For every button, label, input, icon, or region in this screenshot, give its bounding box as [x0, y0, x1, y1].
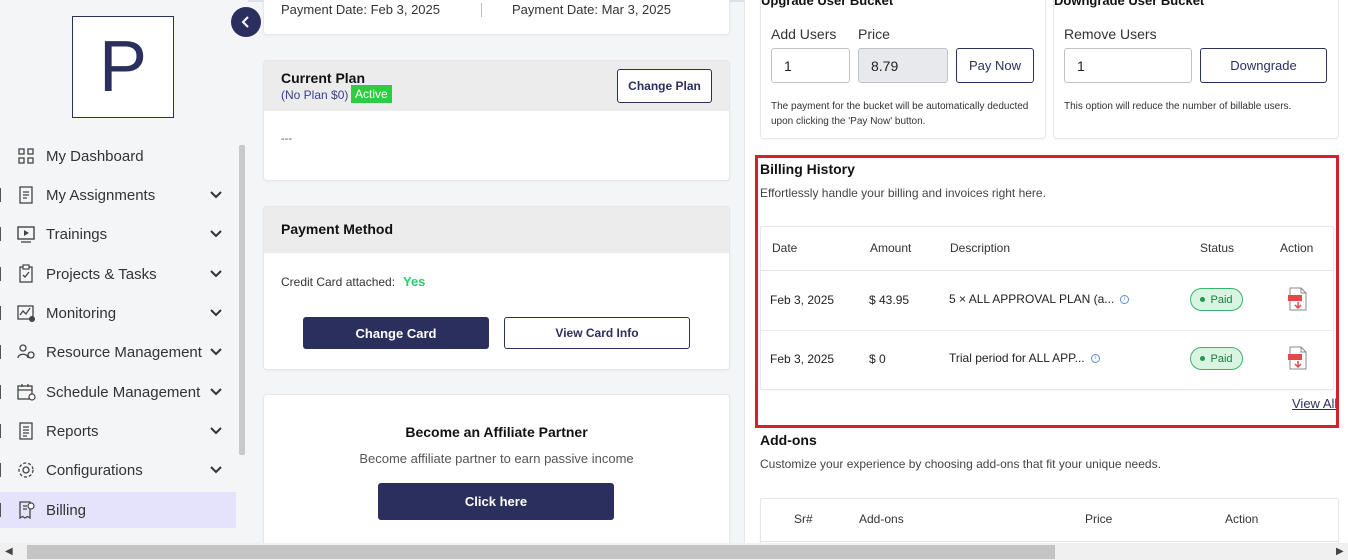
affiliate-title: Become an Affiliate Partner [405, 424, 588, 440]
billing-icon [16, 500, 36, 520]
pay-now-button[interactable]: Pay Now [956, 48, 1034, 83]
sidebar-item-configurations[interactable]: Configurations [0, 452, 236, 488]
sidebar-item-label: Monitoring [46, 304, 117, 322]
price-field: 8.79 [858, 48, 948, 83]
sidebar-item-label: My Dashboard [46, 147, 144, 165]
sidebar-item-label: Configurations [46, 461, 143, 479]
sidebar-item-label: Projects & Tasks [46, 265, 157, 283]
chevron-down-icon[interactable] [209, 306, 223, 320]
schedule-icon [16, 382, 36, 402]
addons-col-sr: Sr# [794, 512, 813, 526]
credit-card-value: Yes [403, 274, 426, 289]
scroll-right-arrow-icon[interactable]: ▶ [1336, 546, 1344, 557]
chevron-down-icon[interactable] [209, 188, 223, 202]
nav-edge [0, 385, 4, 399]
grid-icon [16, 146, 36, 166]
current-plan-subtitle: (No Plan $0) [281, 88, 349, 102]
sidebar-item-label: Schedule Management [46, 383, 201, 401]
nav-edge [0, 227, 4, 241]
gear-icon [16, 460, 36, 480]
view-card-info-button[interactable]: View Card Info [504, 317, 690, 349]
add-users-label: Add Users [771, 26, 837, 42]
payment-method-title: Payment Method [281, 221, 394, 237]
upgrade-note-line1: The payment for the bucket will be autom… [771, 101, 1029, 112]
sidebar-item-my-dashboard[interactable]: My Dashboard [0, 138, 236, 174]
nav-edge [0, 267, 4, 281]
nav-edge [0, 306, 4, 320]
chevron-down-icon[interactable] [209, 345, 223, 359]
chevron-left-icon [241, 16, 249, 28]
nav-edge [0, 503, 4, 517]
payment-date-right: Payment Date: Mar 3, 2025 [512, 2, 671, 17]
sidebar-item-schedule-management[interactable]: Schedule Management [0, 374, 236, 410]
nav-edge [0, 424, 4, 438]
sidebar-item-resource-management[interactable]: Resource Management [0, 334, 236, 370]
monitoring-icon [16, 303, 36, 323]
current-plan-card: Current Plan (No Plan $0) Active Change … [263, 60, 730, 181]
chevron-down-icon[interactable] [209, 424, 223, 438]
company-logo[interactable]: P [72, 16, 174, 118]
remove-users-input[interactable]: 1 [1064, 48, 1192, 83]
upgrade-title: Upgrade User Bucket [761, 0, 894, 8]
sidebar-item-projects-tasks[interactable]: Projects & Tasks [0, 256, 236, 292]
sidebar-scrollbar[interactable] [239, 145, 245, 455]
affiliate-subtitle: Become affiliate partner to earn passive… [359, 451, 634, 466]
sidebar-collapse-button[interactable] [231, 7, 261, 37]
affiliate-card: Become an Affiliate Partner Become affil… [263, 394, 730, 556]
logo-letter: P [98, 27, 148, 107]
upgrade-note: The payment for the bucket will be autom… [771, 99, 1028, 129]
addons-col-name: Add-ons [859, 512, 904, 526]
remove-users-label: Remove Users [1064, 26, 1157, 42]
payment-date-left: Payment Date: Feb 3, 2025 [281, 2, 440, 17]
sidebar-item-label: Billing [46, 501, 87, 519]
resource-icon [16, 342, 36, 362]
chevron-down-icon[interactable] [209, 463, 223, 477]
sidebar-item-trainings[interactable]: Trainings [0, 216, 236, 252]
chevron-down-icon[interactable] [209, 385, 223, 399]
sidebar-item-label: Reports [46, 422, 99, 440]
change-card-button[interactable]: Change Card [303, 317, 489, 349]
payment-method-card: Payment Method Credit Card attached: Yes… [263, 206, 730, 370]
addons-subtitle: Customize your experience by choosing ad… [760, 457, 1161, 471]
clipboard-icon [16, 264, 36, 284]
current-plan-body: --- [281, 133, 292, 145]
video-icon [16, 224, 36, 244]
sidebar-item-reports[interactable]: Reports [0, 413, 236, 449]
add-users-input[interactable]: 1 [771, 48, 850, 83]
scroll-left-arrow-icon[interactable]: ◀ [5, 546, 13, 557]
chevron-down-icon[interactable] [209, 267, 223, 281]
sidebar-item-label: My Assignments [46, 186, 156, 204]
divider [481, 3, 482, 17]
sidebar-item-monitoring[interactable]: Monitoring [0, 295, 236, 331]
nav-edge [0, 463, 4, 477]
addons-header-divider [761, 541, 1338, 542]
sidebar-item-my-assignments[interactable]: My Assignments [0, 177, 236, 213]
report-icon [16, 421, 36, 441]
highlight-box [755, 155, 1339, 428]
downgrade-note: This option will reduce the number of bi… [1064, 101, 1292, 112]
addons-col-price: Price [1085, 512, 1113, 526]
upgrade-note-line2: upon clicking the 'Pay Now' button. [771, 116, 926, 127]
assignment-icon [16, 185, 36, 205]
current-plan-title: Current Plan [281, 70, 366, 86]
active-badge: Active [351, 85, 392, 103]
chevron-down-icon[interactable] [209, 227, 223, 241]
affiliate-click-here-button[interactable]: Click here [378, 483, 614, 520]
addons-col-action: Action [1225, 512, 1259, 526]
change-plan-button[interactable]: Change Plan [617, 69, 712, 103]
nav-edge [0, 188, 4, 202]
sidebar-item-label: Resource Management [46, 343, 202, 361]
payment-dates-card: Payment Date: Feb 3, 2025 Payment Date: … [263, 0, 730, 35]
sidebar-item-billing[interactable]: Billing [0, 492, 236, 528]
credit-card-label: Credit Card attached: [281, 275, 396, 289]
horizontal-scrollbar-thumb[interactable] [27, 545, 1055, 559]
downgrade-button[interactable]: Downgrade [1200, 48, 1327, 83]
addons-title: Add-ons [760, 432, 817, 448]
price-label: Price [858, 26, 890, 42]
nav-edge [0, 345, 4, 359]
sidebar-item-label: Trainings [46, 225, 108, 243]
downgrade-title: Downgrade User Bucket [1054, 0, 1205, 8]
